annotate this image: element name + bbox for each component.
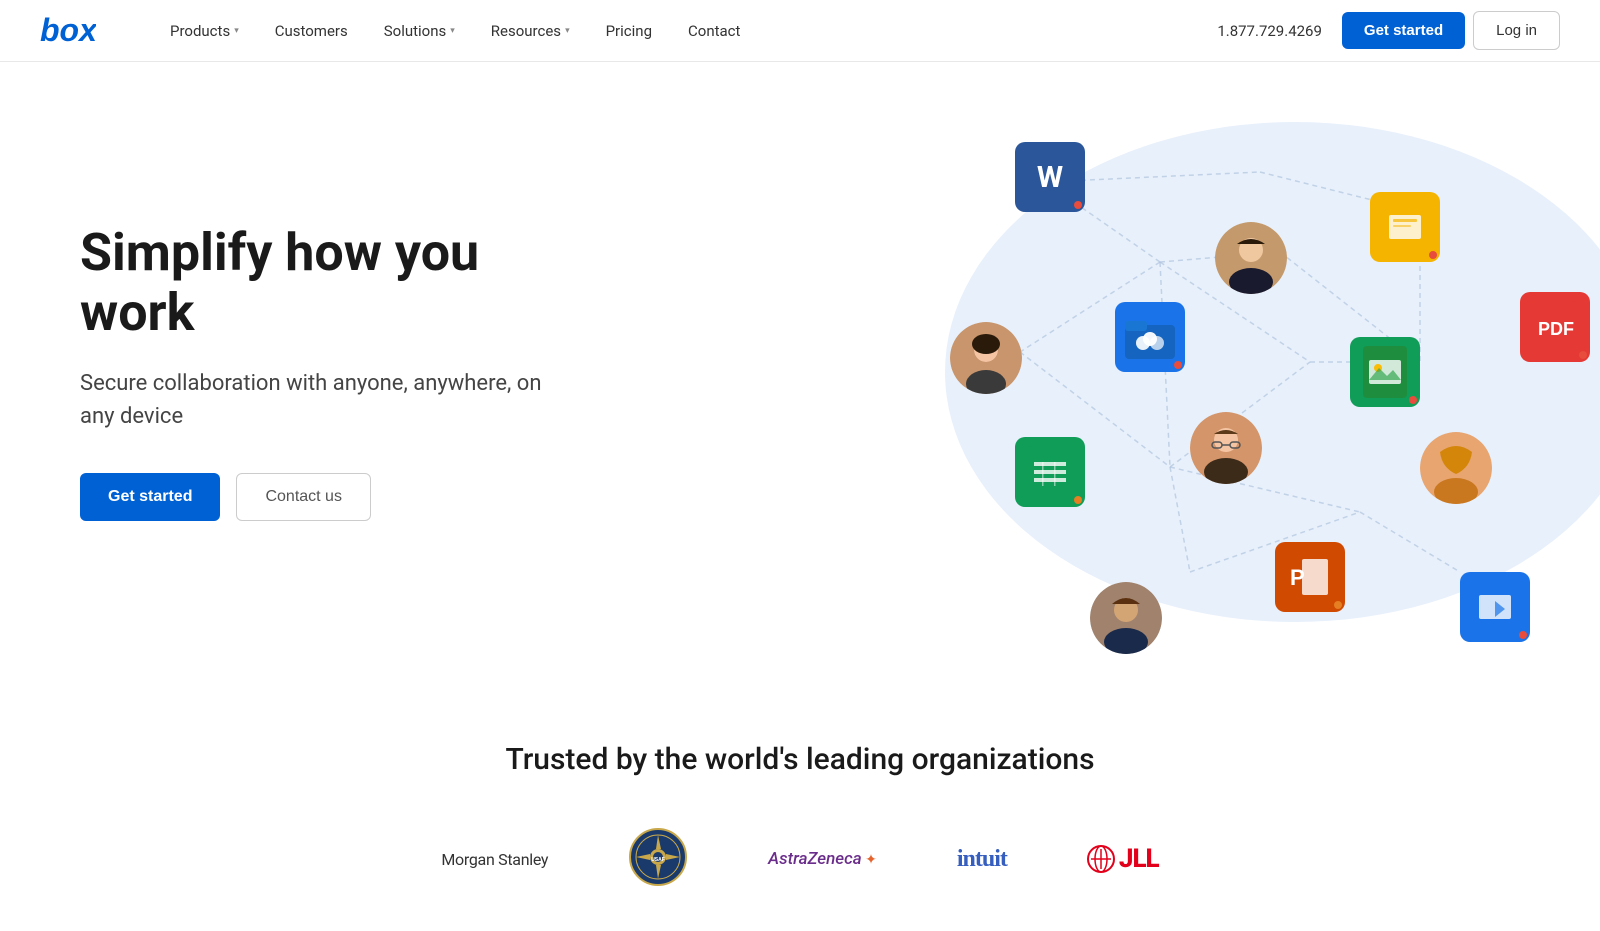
box-logo: box (40, 15, 96, 47)
hero-title: Simplify how you work (80, 223, 580, 343)
products-chevron-icon: ▾ (234, 26, 239, 36)
svg-text:PDF: PDF (1538, 319, 1574, 339)
pdf-icon: PDF (1520, 292, 1590, 362)
nav-customers[interactable]: Customers (261, 14, 362, 48)
nav-solutions[interactable]: Solutions ▾ (370, 14, 469, 48)
resources-chevron-icon: ▾ (565, 26, 570, 36)
image-icon (1350, 337, 1420, 407)
avatar-woman-2 (1420, 432, 1492, 504)
hero-get-started-button[interactable]: Get started (80, 473, 220, 521)
hero-section: Simplify how you work Secure collaborati… (0, 62, 1600, 682)
folder-icon (1115, 302, 1185, 372)
logo[interactable]: box (40, 15, 96, 47)
intuit-logo: intuit (957, 846, 1007, 873)
avatar-man-3 (1090, 582, 1162, 654)
morgan-stanley-logo: Morgan Stanley (441, 850, 548, 869)
nav-pricing[interactable]: Pricing (592, 14, 666, 48)
slides-yellow-icon (1370, 192, 1440, 262)
nav-login-button[interactable]: Log in (1473, 11, 1560, 50)
logo-row: Morgan Stanley USAF AstraZeneca ✦ intuit (40, 827, 1560, 891)
trusted-title: Trusted by the world's leading organizat… (40, 742, 1560, 777)
avatar-man-2 (1215, 222, 1287, 294)
air-force-logo: USAF (628, 827, 688, 891)
hero-buttons: Get started Contact us (80, 473, 580, 521)
slides-blue-icon (1460, 572, 1530, 642)
nav-products[interactable]: Products ▾ (156, 14, 253, 48)
hero-illustration: .conn { stroke: #b0c4de; stroke-width: 1… (860, 82, 1600, 662)
hero-subtitle: Secure collaboration with anyone, anywhe… (80, 367, 580, 433)
nav-phone: 1.877.729.4269 (1217, 22, 1322, 40)
nav-links: Products ▾ Customers Solutions ▾ Resourc… (156, 14, 1217, 48)
solutions-chevron-icon: ▾ (450, 26, 455, 36)
avatar-man-1 (1190, 412, 1262, 484)
main-nav: box Products ▾ Customers Solutions ▾ Res… (0, 0, 1600, 62)
nav-resources[interactable]: Resources ▾ (477, 14, 584, 48)
hero-contact-button[interactable]: Contact us (236, 473, 370, 521)
svg-text:box: box (40, 15, 96, 47)
word-doc-icon: W (1015, 142, 1085, 212)
nav-get-started-button[interactable]: Get started (1342, 12, 1465, 49)
jll-logo: JLL (1087, 844, 1159, 874)
trusted-section: Trusted by the world's leading organizat… (0, 682, 1600, 931)
hero-content: Simplify how you work Secure collaborati… (80, 223, 580, 521)
astrazeneca-logo: AstraZeneca ✦ (768, 849, 877, 869)
ppt-icon: P (1275, 542, 1345, 612)
svg-text:USAF: USAF (651, 857, 665, 863)
nav-contact[interactable]: Contact (674, 14, 754, 48)
sheets-icon (1015, 437, 1085, 507)
avatar-woman-1 (950, 322, 1022, 394)
